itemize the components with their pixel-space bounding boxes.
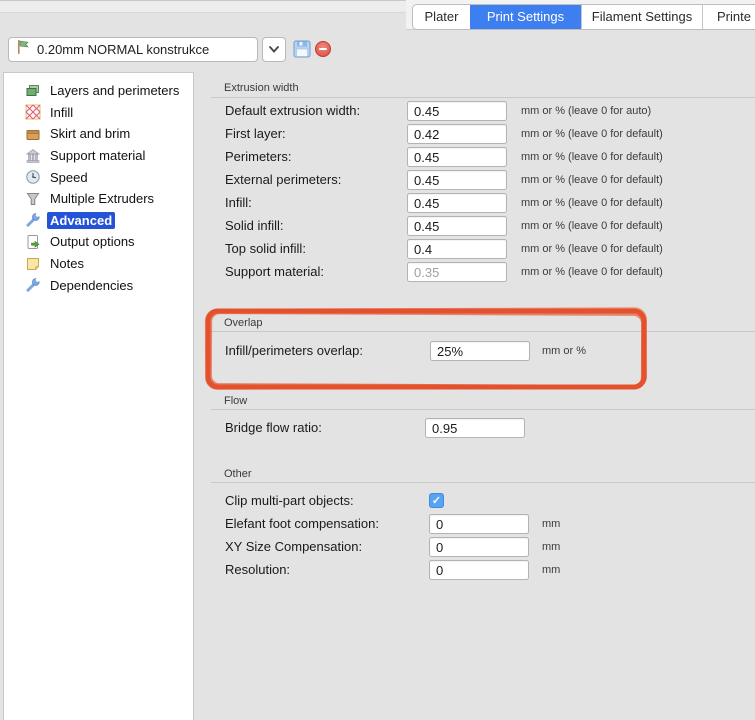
support-material-icon [25, 148, 41, 164]
unit-hint: mm [542, 560, 560, 580]
unit-hint: mm or % (leave 0 for default) [521, 216, 663, 236]
input-top-solid-infill[interactable] [407, 239, 507, 259]
section-title-extrusion-width: Extrusion width [224, 82, 299, 94]
input-external-perimeters[interactable] [407, 170, 507, 190]
setting-label: Resolution: [225, 560, 290, 580]
input-perimeters[interactable] [407, 147, 507, 167]
input-xy-size-compensation[interactable] [429, 537, 529, 557]
settings-category-list: Layers and perimeters Infill Skirt and bri… [3, 72, 194, 720]
sidebar-item-notes[interactable]: Notes [4, 253, 193, 275]
unit-hint: mm or % (leave 0 for default) [521, 170, 663, 190]
layers-icon [25, 83, 41, 99]
sidebar-item-label: Multiple Extruders [47, 190, 157, 207]
setting-label: Support material: [225, 262, 324, 282]
sidebar-item-label: Layers and perimeters [47, 82, 182, 99]
preset-name: 0.20mm NORMAL konstrukce [37, 42, 209, 57]
print-settings-window: PlaterPrint SettingsFilament SettingsPri… [0, 0, 755, 720]
unit-hint: mm or % (leave 0 for default) [521, 147, 663, 167]
sidebar-item-label: Infill [47, 104, 76, 121]
unit-hint: mm [542, 514, 560, 534]
input-infill[interactable] [407, 193, 507, 213]
sidebar-item-label: Support material [47, 147, 148, 164]
sidebar-item-layers-and-perimeters[interactable]: Layers and perimeters [4, 80, 193, 102]
setting-label: Top solid infill: [225, 239, 306, 259]
setting-label: Bridge flow ratio: [225, 418, 322, 438]
sidebar-item-support-material[interactable]: Support material [4, 145, 193, 167]
unit-hint: mm or % (leave 0 for default) [521, 239, 663, 259]
section-divider [211, 331, 755, 332]
unit-hint: mm or % (leave 0 for default) [521, 124, 663, 144]
setting-label: Elefant foot compensation: [225, 514, 379, 534]
sidebar-item-label: Output options [47, 233, 138, 250]
infill-icon [25, 104, 41, 120]
sidebar-item-multiple-extruders[interactable]: Multiple Extruders [4, 188, 193, 210]
notes-icon [25, 256, 41, 272]
flag-icon [15, 39, 31, 60]
setting-label: Default extrusion width: [225, 101, 360, 121]
skirt-brim-icon [25, 126, 41, 142]
checkbox-clip-multi-part-objects-[interactable]: ✓ [429, 493, 444, 508]
section-divider [211, 409, 755, 410]
input-elefant-foot-compensation[interactable] [429, 514, 529, 534]
unit-hint: mm or % (leave 0 for default) [521, 262, 663, 282]
unit-hint: mm or % (leave 0 for default) [521, 193, 663, 213]
funnel-icon [25, 191, 41, 207]
setting-label: Infill: [225, 193, 252, 213]
input-default-extrusion-width[interactable] [407, 101, 507, 121]
setting-label: XY Size Compensation: [225, 537, 362, 557]
setting-label: First layer: [225, 124, 286, 144]
sidebar-item-label: Notes [47, 255, 87, 272]
wrench-icon [25, 212, 41, 228]
unit-hint: mm [542, 537, 560, 557]
sidebar-item-label: Skirt and brim [47, 125, 133, 142]
section-title-overlap: Overlap [224, 317, 263, 329]
input-support-material [407, 262, 507, 282]
sidebar-item-skirt-and-brim[interactable]: Skirt and brim [4, 123, 193, 145]
input-solid-infill[interactable] [407, 216, 507, 236]
setting-label: Infill/perimeters overlap: [225, 341, 363, 361]
section-divider [211, 482, 755, 483]
settings-panel: Extrusion width Default extrusion width: m… [197, 13, 755, 720]
sidebar-item-advanced[interactable]: Advanced [4, 210, 193, 232]
sidebar-item-label: Advanced [47, 212, 115, 229]
input-resolution[interactable] [429, 560, 529, 580]
setting-label: External perimeters: [225, 170, 341, 190]
input-bridge-flow-ratio[interactable] [425, 418, 525, 438]
sidebar-item-infill[interactable]: Infill [4, 102, 193, 124]
output-page-icon [25, 234, 41, 250]
sidebar-item-label: Speed [47, 169, 91, 186]
section-divider [211, 97, 755, 98]
setting-label: Perimeters: [225, 147, 291, 167]
section-title-other: Other [224, 468, 252, 480]
unit-hint: mm or % (leave 0 for auto) [521, 101, 651, 121]
unit-hint: mm or % [542, 341, 586, 361]
section-title-flow: Flow [224, 395, 247, 407]
setting-label: Clip multi-part objects: [225, 491, 354, 511]
setting-label: Solid infill: [225, 216, 284, 236]
sidebar-item-output-options[interactable]: Output options [4, 231, 193, 253]
speed-clock-icon [25, 169, 41, 185]
input-first-layer[interactable] [407, 124, 507, 144]
sidebar-item-dependencies[interactable]: Dependencies [4, 274, 193, 296]
sidebar-item-speed[interactable]: Speed [4, 166, 193, 188]
input-infill-perimeters-overlap[interactable] [430, 341, 530, 361]
wrench-icon [25, 277, 41, 293]
sidebar-item-label: Dependencies [47, 277, 136, 294]
